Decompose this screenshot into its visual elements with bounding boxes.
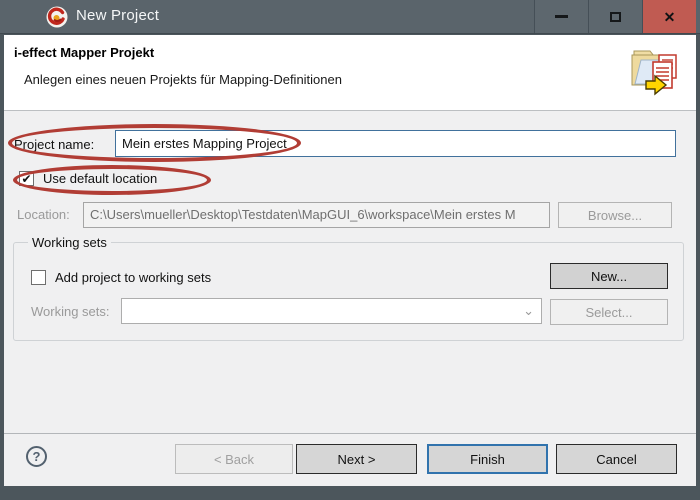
location-field: C:\Users\mueller\Desktop\Testdaten\MapGU… xyxy=(83,202,550,228)
browse-button: Browse... xyxy=(558,202,672,228)
mapper-project-wizard-icon xyxy=(626,43,690,103)
add-to-working-sets-label: Add project to working sets xyxy=(55,270,211,285)
working-sets-combo-label: Working sets: xyxy=(31,304,110,319)
maximize-button[interactable] xyxy=(588,0,642,33)
wizard-subtitle: Anlegen eines neuen Projekts für Mapping… xyxy=(24,72,342,87)
next-button[interactable]: Next > xyxy=(296,444,417,474)
wizard-header: i-effect Mapper Projekt Anlegen eines ne… xyxy=(4,35,696,111)
back-button: < Back xyxy=(175,444,293,474)
help-icon: ? xyxy=(33,449,41,464)
working-sets-group: Working sets Add project to working sets… xyxy=(13,242,684,341)
project-name-label: Project name: xyxy=(14,137,94,152)
titlebar: New Project ✕ xyxy=(0,0,700,34)
app-logo-icon xyxy=(46,6,68,28)
dialog-body: Project name: ✔ Use default location Loc… xyxy=(4,111,696,486)
chevron-down-icon: ⌄ xyxy=(523,303,534,319)
close-icon: ✕ xyxy=(664,10,676,24)
new-project-dialog: New Project ✕ i-effect Mapper Projekt An… xyxy=(0,0,700,500)
select-working-set-button: Select... xyxy=(550,299,668,325)
use-default-location-label: Use default location xyxy=(43,171,157,186)
help-button[interactable]: ? xyxy=(26,446,47,467)
minimize-icon xyxy=(555,15,568,18)
location-label: Location: xyxy=(17,207,70,222)
cancel-button[interactable]: Cancel xyxy=(556,444,677,474)
use-default-location-checkbox[interactable]: ✔ xyxy=(19,171,34,186)
checkmark-icon: ✔ xyxy=(21,173,31,185)
working-sets-combo: ⌄ xyxy=(121,298,542,324)
footer-separator xyxy=(4,433,696,434)
add-to-working-sets-checkbox[interactable] xyxy=(31,270,46,285)
minimize-button[interactable] xyxy=(534,0,588,33)
project-name-input[interactable] xyxy=(115,130,676,157)
maximize-icon xyxy=(610,12,621,22)
new-working-set-button[interactable]: New... xyxy=(550,263,668,289)
finish-button[interactable]: Finish xyxy=(427,444,548,474)
close-button[interactable]: ✕ xyxy=(642,0,696,33)
window-title: New Project xyxy=(76,7,159,24)
wizard-title: i-effect Mapper Projekt xyxy=(14,45,154,60)
working-sets-group-label: Working sets xyxy=(28,235,111,250)
